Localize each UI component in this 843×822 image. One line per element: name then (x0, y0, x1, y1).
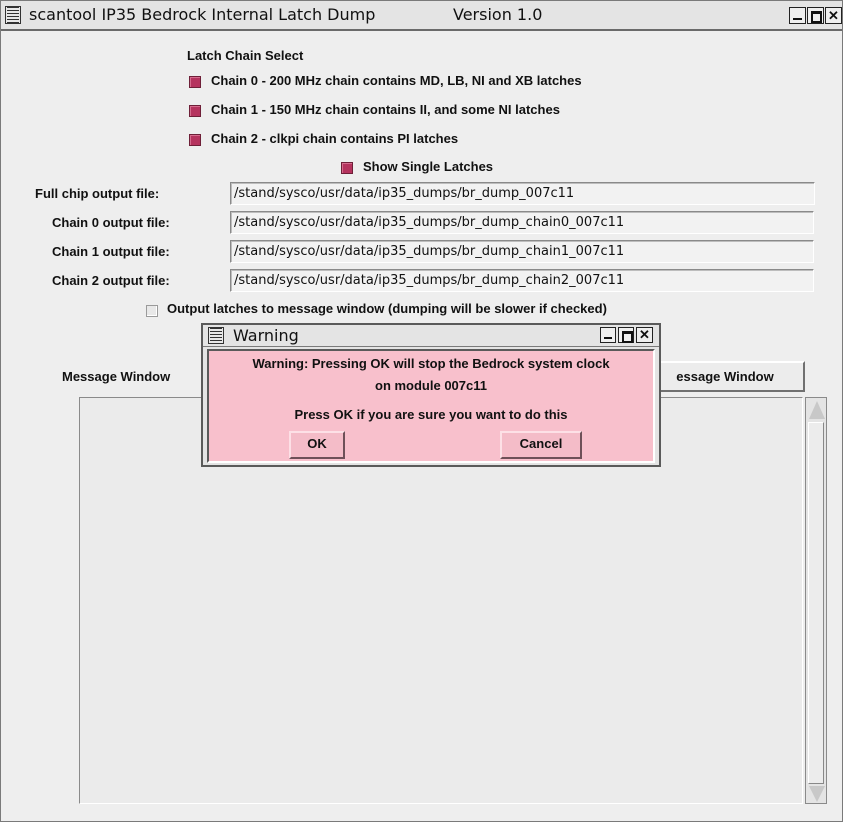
window-menu-icon[interactable] (5, 6, 21, 24)
window-title: scantool IP35 Bedrock Internal Latch Dum… (29, 5, 376, 24)
warning-dialog-title: Warning (233, 326, 299, 345)
scrollbar-thumb[interactable] (808, 422, 824, 784)
dialog-minimize-icon[interactable] (600, 327, 616, 343)
title-bar: scantool IP35 Bedrock Internal Latch Dum… (1, 1, 842, 31)
message-window-label: Message Window (62, 369, 171, 384)
chain0-checkbox[interactable] (189, 76, 201, 88)
full-chip-file-field[interactable]: /stand/sysco/usr/data/ip35_dumps/br_dump… (230, 182, 815, 205)
scroll-down-icon[interactable] (809, 786, 825, 802)
chain2-file-label: Chain 2 output file: (52, 273, 170, 288)
chain1-file-label: Chain 1 output file: (52, 244, 170, 259)
dialog-close-icon[interactable]: ✕ (636, 327, 653, 343)
maximize-icon[interactable] (807, 7, 824, 24)
dialog-menu-icon[interactable] (208, 327, 224, 344)
cancel-button[interactable]: Cancel (500, 431, 582, 459)
warning-dialog-body: Warning: Pressing OK will stop the Bedro… (207, 349, 655, 463)
window-version: Version 1.0 (453, 5, 543, 24)
show-single-latches-label: Show Single Latches (363, 159, 494, 174)
warning-message-line2: on module 007c11 (375, 378, 487, 393)
ok-button[interactable]: OK (289, 431, 345, 459)
chain0-file-field[interactable]: /stand/sysco/usr/data/ip35_dumps/br_dump… (230, 211, 814, 234)
chain0-file-label: Chain 0 output file: (52, 215, 170, 230)
warning-dialog-title-bar: Warning ✕ (203, 325, 659, 347)
latch-chain-select-heading: Latch Chain Select (187, 48, 304, 63)
warning-message-line3: Press OK if you are sure you want to do … (294, 407, 568, 422)
output-to-message-checkbox[interactable] (146, 305, 158, 317)
close-icon[interactable]: ✕ (825, 7, 842, 24)
chain2-label: Chain 2 - clkpi chain contains PI latche… (211, 131, 459, 146)
chain1-checkbox[interactable] (189, 105, 201, 117)
chain1-file-field[interactable]: /stand/sysco/usr/data/ip35_dumps/br_dump… (230, 240, 814, 263)
full-chip-file-label: Full chip output file: (35, 186, 160, 201)
minimize-icon[interactable] (789, 7, 806, 24)
dialog-maximize-icon[interactable] (618, 327, 634, 343)
warning-message-line1: Warning: Pressing OK will stop the Bedro… (252, 356, 610, 371)
clear-message-window-button[interactable]: essage Window (645, 361, 805, 392)
chain1-label: Chain 1 - 150 MHz chain contains II, and… (211, 102, 560, 117)
output-to-message-label: Output latches to message window (dumpin… (167, 301, 607, 316)
chain0-label: Chain 0 - 200 MHz chain contains MD, LB,… (211, 73, 582, 88)
scroll-up-icon[interactable] (809, 401, 825, 419)
warning-dialog: Warning ✕ Warning: Pressing OK will stop… (201, 323, 661, 467)
show-single-latches-checkbox[interactable] (341, 162, 353, 174)
chain2-checkbox[interactable] (189, 134, 201, 146)
chain2-file-field[interactable]: /stand/sysco/usr/data/ip35_dumps/br_dump… (230, 269, 814, 292)
message-scrollbar[interactable] (805, 397, 827, 804)
